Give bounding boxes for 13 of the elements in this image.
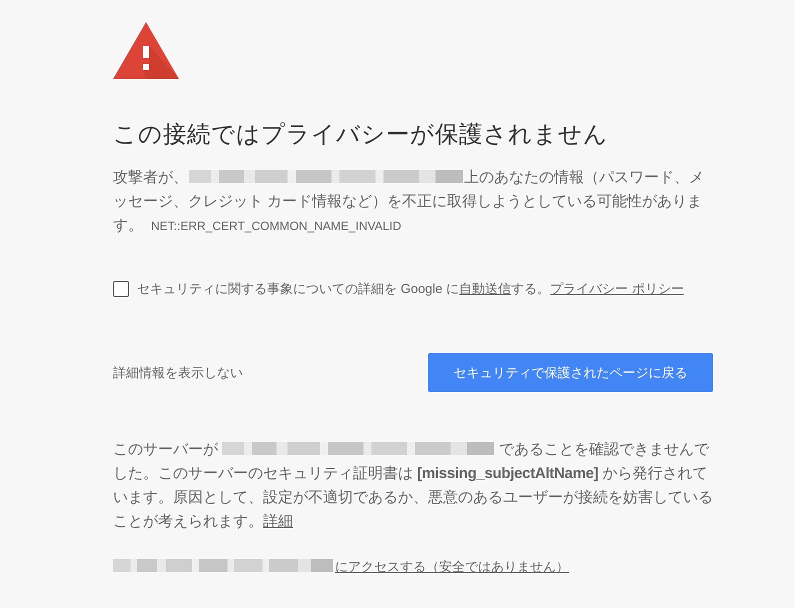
details-text: このサーバーが であることを確認できませんでした。このサーバーのセキュリティ証明書は [missing_subjectAltName] から発行されています。原因として、設定が不適切であるか、悪意のあるユーザーが接続を妨害していることが考えられます。詳細	[113, 440, 713, 532]
text-link[interactable]: プライバシー ポリシー	[550, 281, 684, 296]
error-code: NET::ERR_CERT_COMMON_NAME_INVALID	[151, 219, 402, 233]
report-option-label: セキュリティに関する事象についての詳細を Google に自動送信する。プライバシー ポリシー	[137, 280, 684, 298]
back-to-safety-button[interactable]: セキュリティで保護されたページに戻る	[428, 353, 713, 392]
warning-icon	[113, 22, 179, 79]
checkbox[interactable]	[113, 281, 129, 297]
details-toggle-button[interactable]: 詳細情報を表示しない	[113, 362, 243, 382]
text-link[interactable]: 自動送信	[459, 281, 512, 296]
page-title: この接続ではプライバシーが保護されません	[113, 120, 609, 149]
proceed-link[interactable]: にアクセスする（安全ではありません）	[335, 559, 569, 574]
warning-text: 攻撃者が、 上のあなたの情報（パスワード、メッセージ、クレジット カード情報など）を不正に取得しようとしている可能性があります。 NET::ERR_CERT_COMMON_NAME_INVALID	[113, 168, 705, 236]
details-link[interactable]: 詳細	[263, 513, 293, 530]
